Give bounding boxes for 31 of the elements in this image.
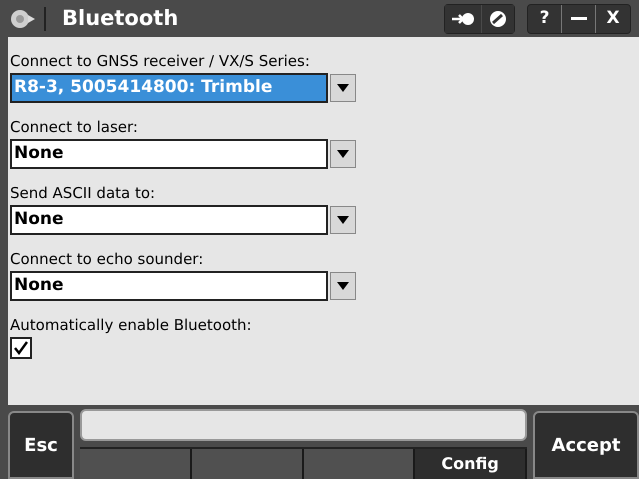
dropdown-value: R8-3, 5005414800: Trimble	[10, 73, 328, 103]
login-arrow-button[interactable]	[445, 4, 481, 32]
checkbox-label: Automatically enable Bluetooth:	[10, 316, 253, 334]
caret-down-icon	[337, 150, 349, 158]
dropdown-value: None	[10, 271, 328, 301]
no-entry-icon	[489, 10, 507, 28]
close-button[interactable]: X	[596, 4, 630, 32]
dropdown-value: None	[10, 139, 328, 169]
field-label: Connect to echo sounder:	[10, 250, 204, 268]
caret-down-icon	[337, 84, 349, 92]
arrow-circle-icon	[451, 10, 475, 26]
dropdown[interactable]: None	[10, 271, 639, 301]
help-button[interactable]: ?	[528, 4, 562, 32]
softkey-button[interactable]: Config	[415, 449, 527, 479]
dropdown-arrow-button[interactable]	[330, 74, 356, 102]
accept-button[interactable]: Accept	[533, 411, 639, 479]
window-title: Bluetooth	[62, 4, 178, 32]
dropdown-value: None	[10, 205, 328, 235]
dropdown-arrow-button[interactable]	[330, 206, 356, 234]
caret-down-icon	[337, 282, 349, 290]
dropdown[interactable]: None	[10, 205, 639, 235]
field-label: Send ASCII data to:	[10, 184, 156, 202]
esc-button[interactable]: Esc	[8, 411, 74, 479]
no-entry-button[interactable]	[482, 4, 514, 32]
checkbox[interactable]	[10, 337, 32, 359]
dropdown-arrow-button[interactable]	[330, 140, 356, 168]
dropdown[interactable]: None	[10, 139, 639, 169]
field-label: Connect to GNSS receiver / VX/S Series:	[10, 52, 311, 70]
caret-down-icon	[337, 216, 349, 224]
field-label: Connect to laser:	[10, 118, 139, 136]
dropdown-arrow-button[interactable]	[330, 272, 356, 300]
